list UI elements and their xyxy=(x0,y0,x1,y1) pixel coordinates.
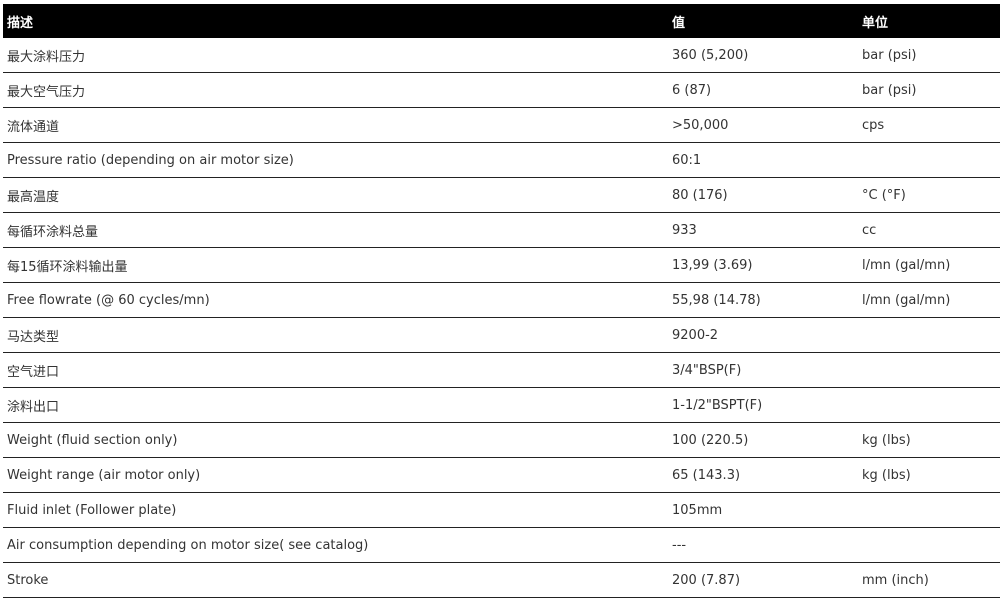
cell-unit: °C (°F) xyxy=(858,177,1000,213)
cell-value: 9200-2 xyxy=(668,317,858,353)
cell-description: 最大空气压力 xyxy=(3,72,668,108)
table-row: 每15循环涂料输出量 13,99 (3.69) l/mn (gal/mn) xyxy=(3,247,1000,283)
table-row: 马达类型 9200-2 xyxy=(3,317,1000,353)
table-row: 空气进口 3/4"BSP(F) xyxy=(3,352,1000,388)
table-row: Fluid inlet (Follower plate) 105mm xyxy=(3,492,1000,528)
table-row: 最大涂料压力 360 (5,200) bar (psi) xyxy=(3,38,1000,73)
cell-value: 933 xyxy=(668,212,858,248)
cell-unit xyxy=(858,387,1000,423)
cell-description: 涂料出口 xyxy=(3,387,668,423)
cell-value: 13,99 (3.69) xyxy=(668,247,858,283)
table-row: 最大空气压力 6 (87) bar (psi) xyxy=(3,72,1000,108)
table-header-row: 描述 值 单位 xyxy=(3,4,1000,38)
cell-value: 65 (143.3) xyxy=(668,457,858,493)
cell-description: 空气进口 xyxy=(3,352,668,388)
cell-value: 60:1 xyxy=(668,142,858,178)
cell-unit: cps xyxy=(858,107,1000,143)
cell-value: 3/4"BSP(F) xyxy=(668,352,858,388)
cell-description: Free flowrate (@ 60 cycles/mn) xyxy=(3,282,668,318)
cell-unit: kg (lbs) xyxy=(858,457,1000,493)
cell-description: Pressure ratio (depending on air motor s… xyxy=(3,142,668,178)
cell-description: 最高温度 xyxy=(3,177,668,213)
cell-description: Stroke xyxy=(3,562,668,598)
table-row: 最高温度 80 (176) °C (°F) xyxy=(3,177,1000,213)
cell-value: 100 (220.5) xyxy=(668,422,858,458)
cell-unit: l/mn (gal/mn) xyxy=(858,282,1000,318)
cell-description: 流体通道 xyxy=(3,107,668,143)
header-unit: 单位 xyxy=(858,4,1000,38)
cell-unit: l/mn (gal/mn) xyxy=(858,247,1000,283)
table-row: Free flowrate (@ 60 cycles/mn) 55,98 (14.… xyxy=(3,282,1000,318)
cell-description: Fluid inlet (Follower plate) xyxy=(3,492,668,528)
cell-unit xyxy=(858,527,1000,563)
cell-unit: cc xyxy=(858,212,1000,248)
cell-value: 105mm xyxy=(668,492,858,528)
table-row: Air consumption depending on motor size(… xyxy=(3,527,1000,563)
cell-value: >50,000 xyxy=(668,107,858,143)
table-row: Pressure ratio (depending on air motor s… xyxy=(3,142,1000,178)
cell-unit: bar (psi) xyxy=(858,38,1000,73)
cell-description: 马达类型 xyxy=(3,317,668,353)
spec-table: 描述 值 单位 最大涂料压力 360 (5,200) bar (psi) 最大空气压力… xyxy=(3,4,1000,598)
table-row: Weight range (air motor only) 65 (143.3) k… xyxy=(3,457,1000,493)
cell-description: Air consumption depending on motor size(… xyxy=(3,527,668,563)
cell-description: 每循环涂料总量 xyxy=(3,212,668,248)
header-description: 描述 xyxy=(3,4,668,38)
cell-value: 55,98 (14.78) xyxy=(668,282,858,318)
cell-value: --- xyxy=(668,527,858,563)
cell-unit xyxy=(858,317,1000,353)
cell-description: Weight range (air motor only) xyxy=(3,457,668,493)
cell-unit: kg (lbs) xyxy=(858,422,1000,458)
cell-value: 200 (7.87) xyxy=(668,562,858,598)
cell-description: Weight (fluid section only) xyxy=(3,422,668,458)
table-row: 流体通道 >50,000 cps xyxy=(3,107,1000,143)
cell-unit xyxy=(858,492,1000,528)
cell-unit: mm (inch) xyxy=(858,562,1000,598)
header-value: 值 xyxy=(668,4,858,38)
table-row: 涂料出口 1-1/2"BSPT(F) xyxy=(3,387,1000,423)
cell-value: 360 (5,200) xyxy=(668,38,858,73)
cell-unit xyxy=(858,142,1000,178)
cell-value: 6 (87) xyxy=(668,72,858,108)
table-body: 最大涂料压力 360 (5,200) bar (psi) 最大空气压力 6 (87) ba… xyxy=(3,38,1000,598)
cell-description: 每15循环涂料输出量 xyxy=(3,247,668,283)
cell-unit: bar (psi) xyxy=(858,72,1000,108)
table-row: Weight (fluid section only) 100 (220.5) kg… xyxy=(3,422,1000,458)
cell-unit xyxy=(858,352,1000,388)
table-row: 每循环涂料总量 933 cc xyxy=(3,212,1000,248)
cell-value: 1-1/2"BSPT(F) xyxy=(668,387,858,423)
cell-value: 80 (176) xyxy=(668,177,858,213)
table-row: Stroke 200 (7.87) mm (inch) xyxy=(3,562,1000,598)
cell-description: 最大涂料压力 xyxy=(3,38,668,73)
